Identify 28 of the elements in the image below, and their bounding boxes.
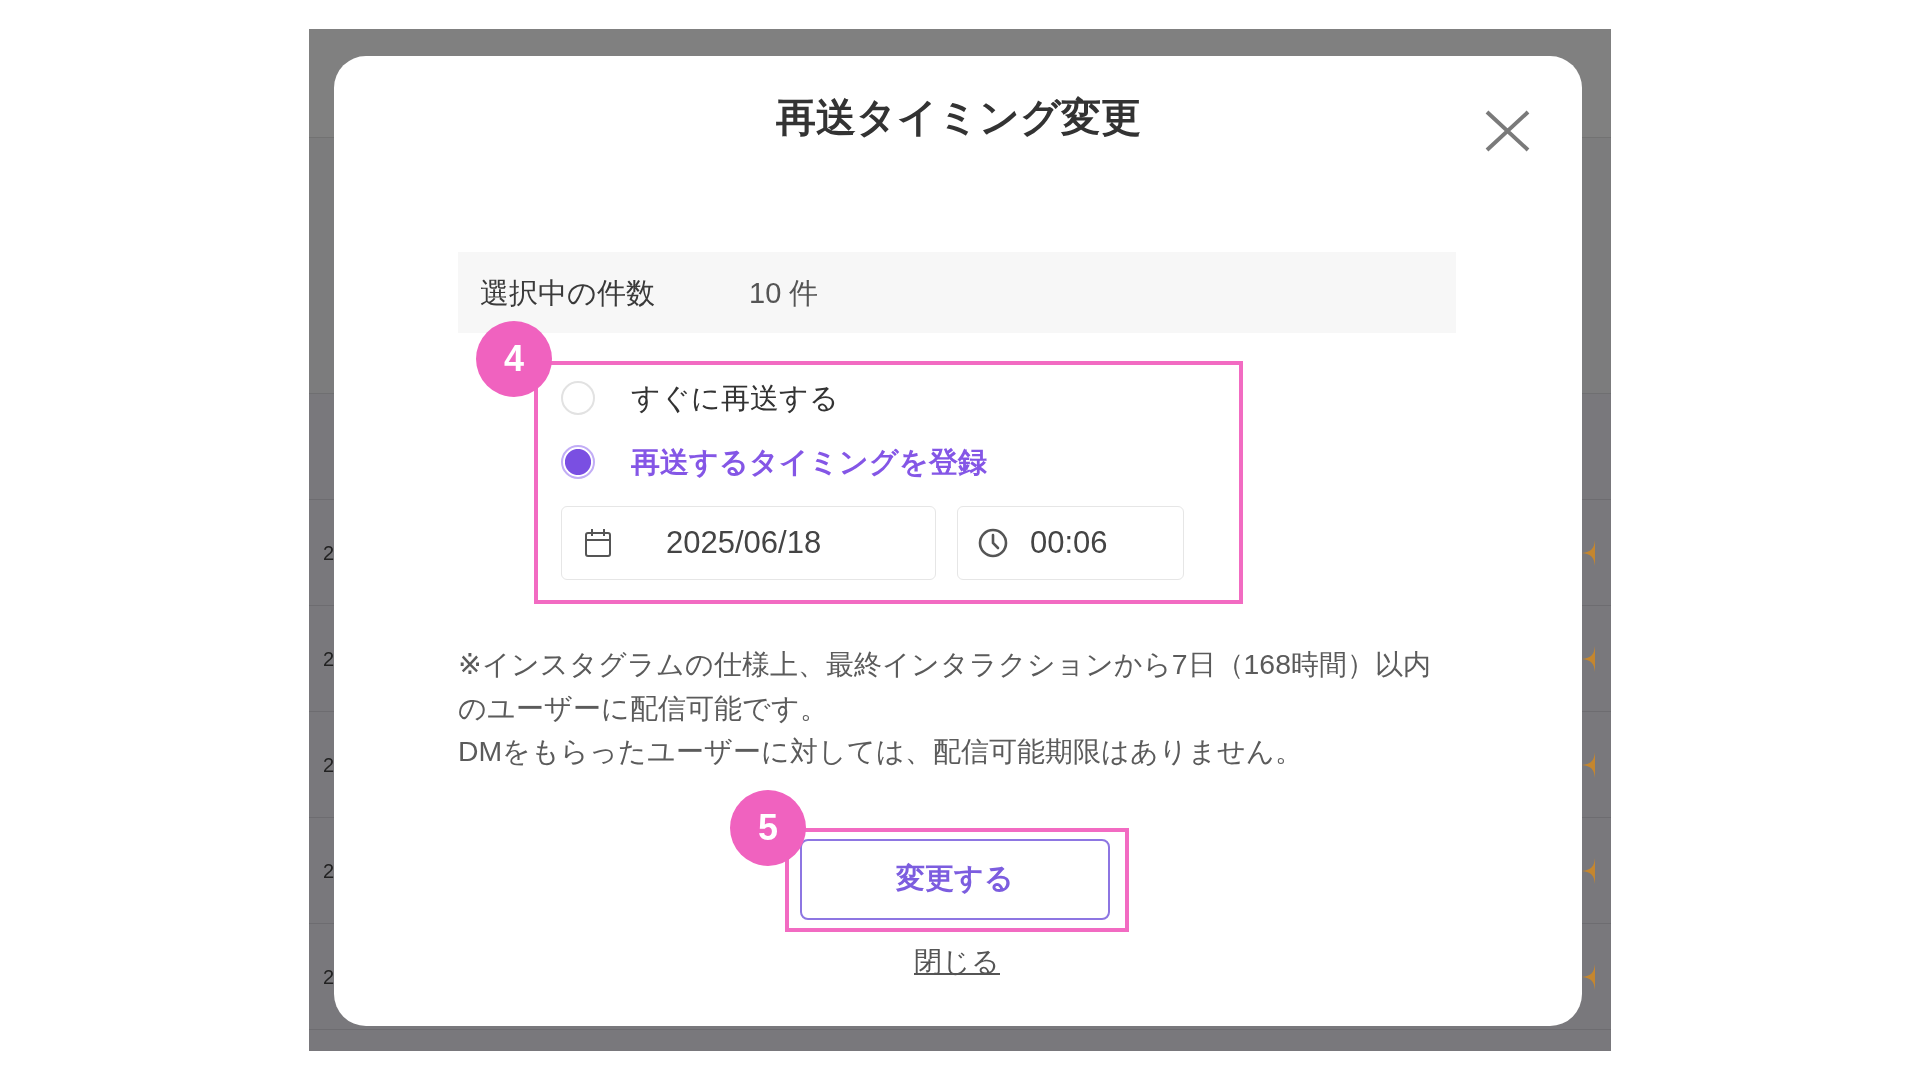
number-badge: 4 — [476, 321, 552, 397]
sparkle-icon — [1582, 963, 1595, 990]
clock-icon — [978, 528, 1008, 558]
close-icon — [1485, 110, 1530, 152]
number-badge: 5 — [730, 789, 806, 866]
time-field[interactable]: 00:06 — [957, 506, 1184, 580]
count-label: 選択中の件数 — [480, 275, 656, 311]
table-cell: 2 — [323, 752, 335, 777]
dialog-title: 再送タイミング変更 — [775, 94, 1141, 141]
table-cell: 2 — [323, 858, 335, 883]
radio-button[interactable] — [561, 445, 595, 479]
sparkle-icon — [1582, 539, 1595, 566]
radio-option[interactable]: 再送するタイミングを登録 — [561, 442, 987, 482]
table-cell: 2 — [323, 540, 335, 565]
submit-button[interactable]: 変更する — [800, 838, 1110, 920]
close-button[interactable] — [1485, 110, 1530, 152]
note-text: DMをもらったユーザーに対しては、配信可能期限はありません。 — [458, 734, 1305, 769]
calendar-icon — [584, 528, 612, 558]
table-cell: 2 — [323, 646, 335, 671]
note-text: ※インスタグラムの仕様上、最終インタラクションから7日（168時間）以内のユーザーに配信可能です。 — [458, 647, 1432, 726]
sparkle-icon — [1582, 857, 1595, 884]
date-field[interactable]: 2025/06/18 — [561, 506, 936, 580]
sparkle-icon — [1582, 645, 1595, 672]
table-cell: 2 — [323, 964, 335, 989]
radio-option[interactable]: すぐに再送する — [561, 378, 839, 418]
count-value: 10 件 — [749, 275, 819, 311]
close-link[interactable]: 閉じる — [914, 944, 1000, 979]
radio-button[interactable] — [561, 381, 595, 415]
